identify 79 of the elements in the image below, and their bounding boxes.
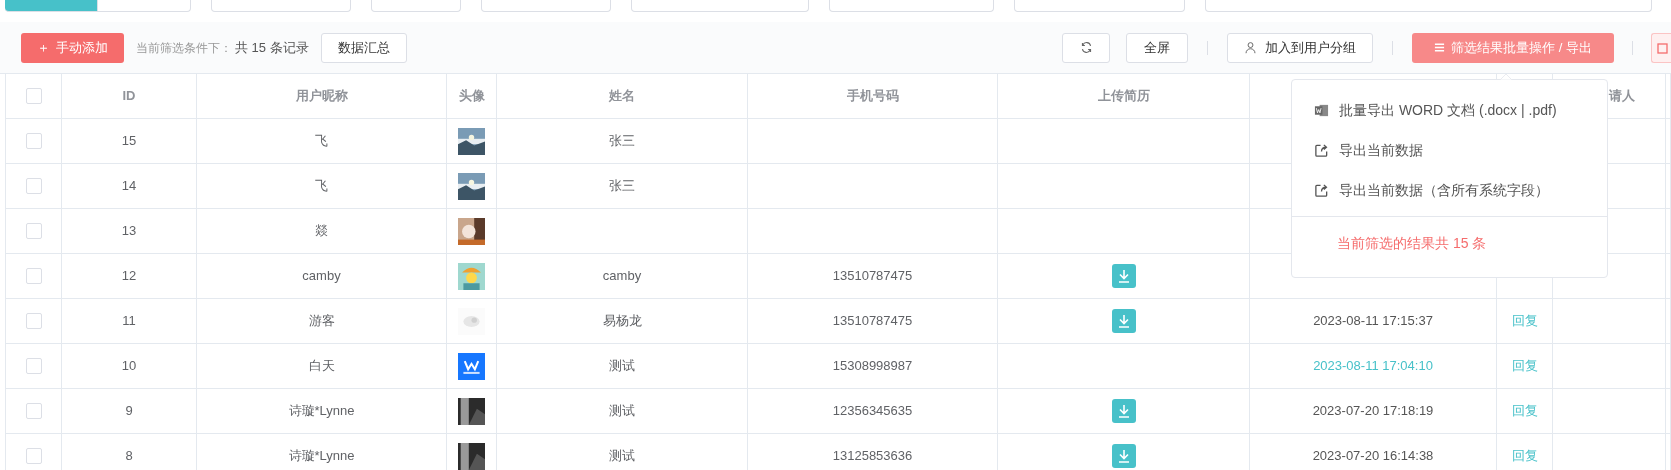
summary-button[interactable]: 数据汇总: [320, 32, 407, 63]
filter-field[interactable]: [631, 0, 809, 12]
fullscreen-button[interactable]: 全屏: [1126, 32, 1188, 63]
filter-field[interactable]: [829, 0, 994, 12]
checkbox[interactable]: [25, 88, 42, 104]
table-cell-text: 燚: [315, 222, 328, 241]
table-cell-text: 13510787475: [832, 312, 913, 331]
table-cell-text: 12: [121, 267, 137, 286]
column-header: 用户昵称: [295, 87, 348, 106]
filter-field[interactable]: [371, 0, 461, 12]
checkbox[interactable]: [25, 133, 42, 149]
menu-item[interactable]: 导出当前数据: [1292, 130, 1607, 170]
table-cell-text: 诗璇*Lynne: [288, 402, 355, 421]
checkbox[interactable]: [25, 448, 42, 464]
table-cell-text: 15: [121, 132, 137, 151]
column-header: 上传简历: [1097, 87, 1150, 106]
checkbox[interactable]: [25, 313, 42, 329]
table-cell-text: 游客: [308, 312, 335, 331]
filter-field[interactable]: [1014, 0, 1185, 12]
table-cell-text: 易杨龙: [602, 312, 642, 331]
table-cell-text: 测试: [609, 447, 635, 466]
user-icon: [1244, 41, 1257, 54]
result-count: 当前筛选的结果共 15 条: [1336, 233, 1488, 253]
refresh-button[interactable]: [1062, 32, 1110, 63]
table-cell-text: 飞: [315, 132, 328, 151]
export-icon: [1314, 182, 1329, 198]
table-cell-text: 11: [122, 312, 136, 331]
checkbox[interactable]: [25, 358, 42, 374]
table-cell-text: 13: [121, 222, 137, 241]
filter-field[interactable]: [211, 0, 351, 12]
table-cell-text: camby: [602, 267, 642, 286]
table-cell-text: 12356345635: [832, 402, 913, 421]
column-header: ID: [122, 87, 136, 106]
column-header: 手机号码: [846, 87, 899, 106]
checkbox[interactable]: [25, 178, 42, 194]
square-icon: [1657, 41, 1669, 54]
menu-item[interactable]: 批量导出 WORD 文档 (.docx | .pdf): [1292, 90, 1607, 130]
table-cell-text: 13125853636: [832, 447, 913, 466]
checkbox[interactable]: [25, 268, 42, 284]
table-cell-text: 2023-07-20 16:14:38: [1312, 447, 1434, 466]
table-cell-text: 9: [125, 402, 133, 421]
checkbox[interactable]: [25, 223, 42, 239]
column-header: 姓名: [609, 87, 635, 106]
table-cell-text: 测试: [609, 357, 635, 376]
table-cell-text: 飞: [315, 177, 328, 196]
table-cell-text: 2023-07-20 17:18:19: [1312, 402, 1434, 421]
table-cell-text: 13510787475: [832, 267, 913, 286]
table-cell-text: 诗璇*Lynne: [288, 447, 355, 466]
record-count: 共 15 条记录: [235, 38, 309, 57]
table-cell-text: camby: [302, 267, 341, 286]
filter-field[interactable]: [1205, 0, 1652, 12]
table-cell-text: 2023-08-11 17:15:37: [1313, 312, 1433, 331]
download-icon[interactable]: [1111, 264, 1136, 288]
checkbox[interactable]: [25, 403, 42, 419]
filter-tab[interactable]: [5, 0, 98, 12]
table-cell-text: 15308998987: [832, 357, 913, 376]
menu-item[interactable]: 导出当前数据（含所有系统字段）: [1292, 170, 1607, 210]
download-icon[interactable]: [1111, 399, 1136, 423]
action-button[interactable]: [1651, 32, 1671, 63]
document-icon: [1314, 102, 1329, 118]
export-icon: [1314, 142, 1329, 158]
table-cell-text: 测试: [609, 402, 635, 421]
add-to-group-button[interactable]: 加入到用户分组: [1227, 32, 1373, 63]
table-cell-text: 14: [121, 177, 137, 196]
menu-icon: [1434, 42, 1446, 53]
download-icon[interactable]: [1111, 309, 1136, 333]
table-cell-text: 张三: [609, 132, 635, 151]
download-icon[interactable]: [1111, 444, 1136, 468]
column-header: 头像: [458, 87, 485, 106]
column-header: 请人: [1609, 87, 1635, 106]
table-cell-text: 10: [121, 357, 137, 376]
table-cell-text: 白天: [308, 357, 335, 376]
table-cell-text: 8: [125, 447, 133, 466]
table-cell-text: 2023-08-11 17:04:10: [1313, 357, 1433, 376]
filter-label: 当前筛选条件下：: [136, 39, 232, 57]
filter-field[interactable]: [481, 0, 611, 12]
refresh-icon: [1079, 41, 1093, 54]
table-cell-text: 张三: [609, 177, 635, 196]
filter-tab[interactable]: [98, 0, 191, 12]
